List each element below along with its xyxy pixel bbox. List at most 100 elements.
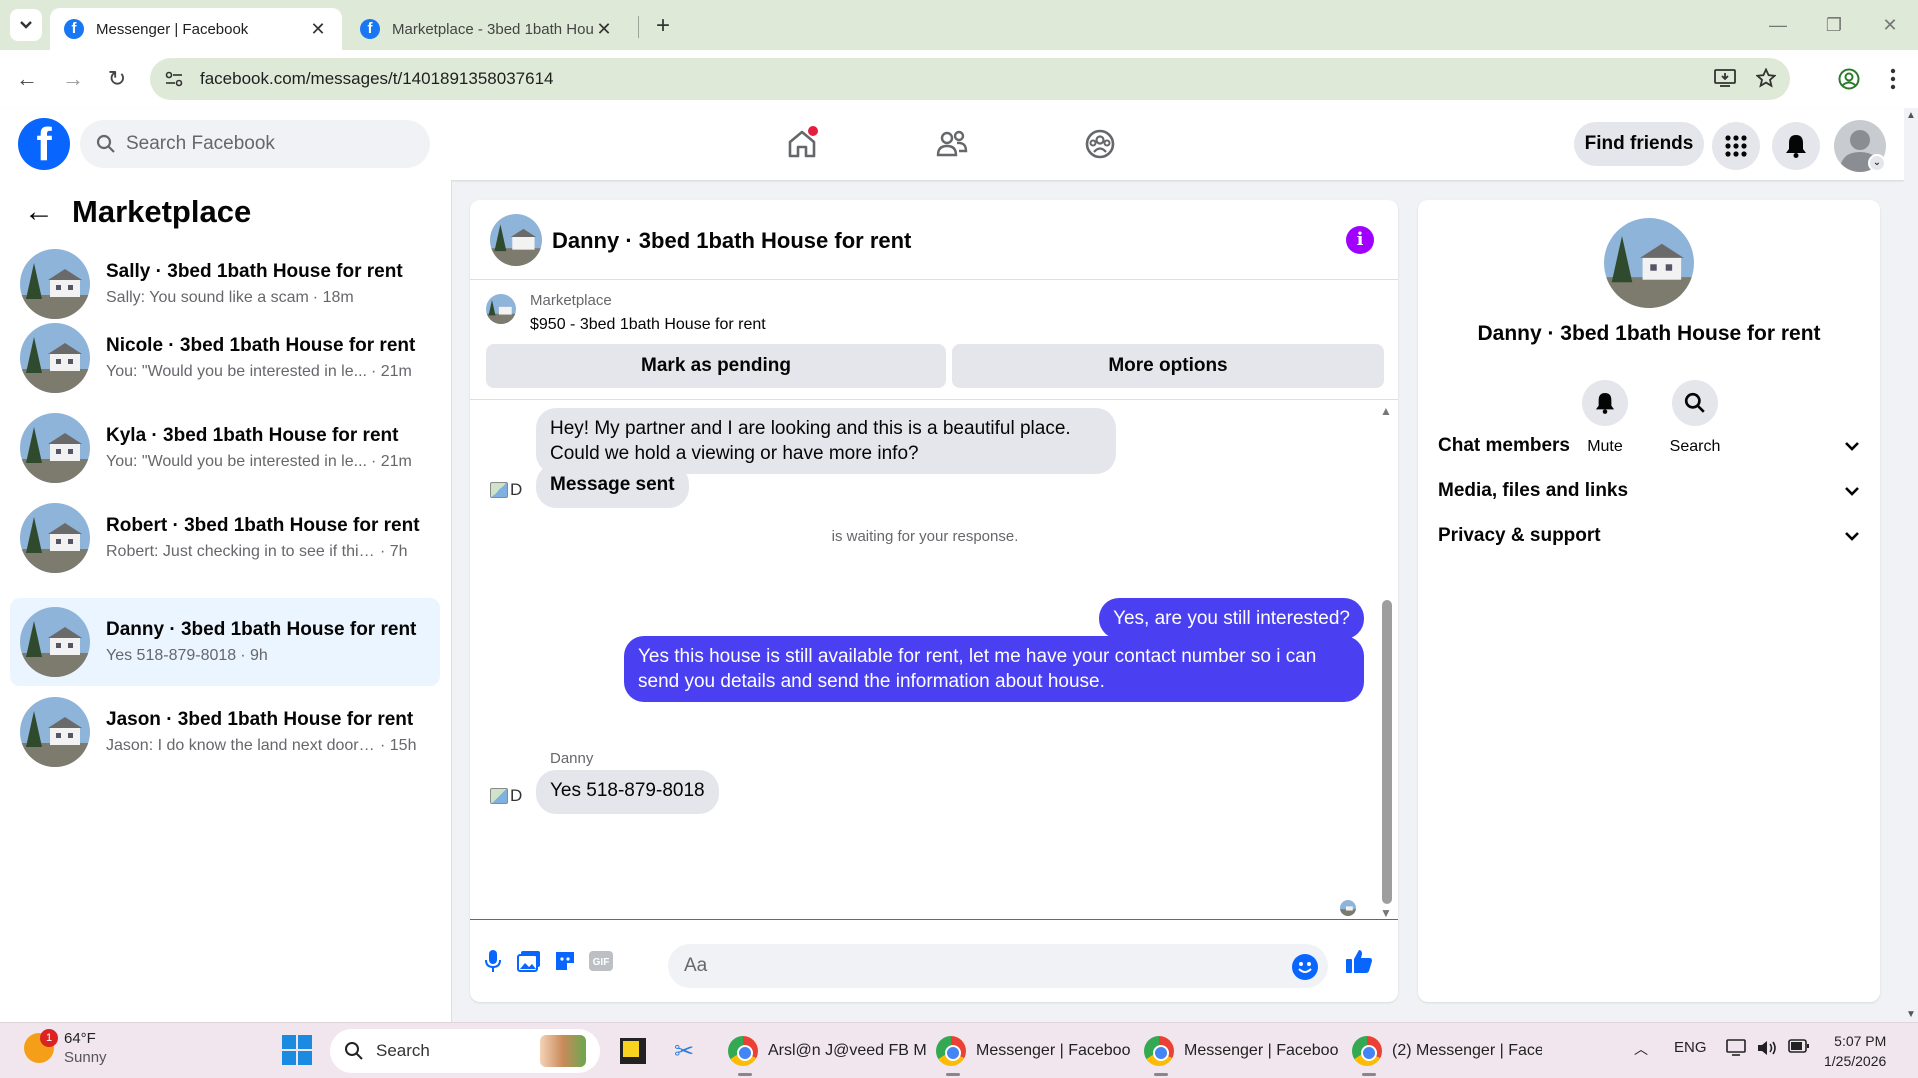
message-sent-notice: Message sent xyxy=(536,464,689,508)
conversation-preview: Sally: You sound like a scam · 18m xyxy=(106,289,426,307)
show-hidden-icons-icon[interactable]: ︿ xyxy=(1634,1039,1648,1059)
chrome-icon xyxy=(1352,1036,1382,1066)
close-tab-icon[interactable]: ✕ xyxy=(308,19,328,40)
info-icon[interactable]: i xyxy=(1346,226,1374,254)
conversation-item-robert[interactable]: Robert · 3bed 1bath House for rent Rober… xyxy=(10,494,440,582)
message-list[interactable]: Hey! My partner and I are looking and th… xyxy=(470,400,1398,920)
network-icon[interactable] xyxy=(1726,1039,1746,1061)
start-button[interactable] xyxy=(282,1035,312,1065)
attach-media-button[interactable] xyxy=(514,946,544,976)
emoji-icon[interactable] xyxy=(1292,954,1318,980)
scroll-up-arrow-icon[interactable]: ▲ xyxy=(1906,110,1916,121)
privacy-support-section[interactable]: Privacy & support xyxy=(1438,516,1860,556)
taskbar-app-3[interactable]: Messenger | Faceboo xyxy=(1144,1033,1338,1069)
scrollbar-thumb[interactable] xyxy=(1382,600,1392,904)
taskbar-app-4[interactable]: (2) Messenger | Faceb xyxy=(1352,1033,1542,1069)
clock-date: 1/25/2026 xyxy=(1824,1053,1887,1069)
chat-avatar[interactable] xyxy=(490,214,542,266)
groups-nav-button[interactable] xyxy=(1080,124,1120,164)
conversation-item-danny[interactable]: Danny · 3bed 1bath House for rent Yes 51… xyxy=(10,598,440,686)
chevron-down-icon xyxy=(1845,487,1859,496)
media-files-links-section[interactable]: Media, files and links xyxy=(1438,471,1860,511)
conversation-name: Kyla · 3bed 1bath House for rent xyxy=(106,425,399,446)
message-input[interactable]: Aa xyxy=(668,944,1328,988)
home-nav-button[interactable] xyxy=(782,124,822,164)
reload-button[interactable]: ↻ xyxy=(102,64,132,94)
language-indicator[interactable]: ENG xyxy=(1674,1039,1707,1056)
close-tab-icon[interactable]: ✕ xyxy=(594,19,614,40)
page-scrollbar[interactable]: ▲ ▼ xyxy=(1904,108,1918,1022)
chat-title[interactable]: Danny · 3bed 1bath House for rent xyxy=(552,228,911,254)
like-button[interactable] xyxy=(1344,946,1374,976)
microphone-icon xyxy=(485,950,501,972)
find-friends-button[interactable]: Find friends xyxy=(1574,122,1704,166)
conversation-item-kyla[interactable]: Kyla · 3bed 1bath House for rent You: "W… xyxy=(10,404,440,492)
close-window-button[interactable]: ✕ xyxy=(1870,10,1910,40)
photo-icon xyxy=(517,951,540,972)
conversation-item-jason[interactable]: Jason · 3bed 1bath House for rent Jason:… xyxy=(10,688,440,776)
gif-button[interactable]: GIF xyxy=(586,946,616,976)
windows-logo-icon xyxy=(282,1051,296,1065)
bookmark-star-icon[interactable] xyxy=(1755,67,1777,93)
sticker-icon xyxy=(556,952,574,970)
browser-menu-icon[interactable] xyxy=(1878,64,1908,94)
more-options-button[interactable]: More options xyxy=(952,344,1384,388)
scroll-up-arrow-icon[interactable]: ▲ xyxy=(1380,404,1392,418)
site-info-icon[interactable] xyxy=(164,69,184,89)
broken-image-icon xyxy=(490,482,508,498)
restore-button[interactable]: ❐ xyxy=(1814,10,1854,40)
conversation-text: Kyla · 3bed 1bath House for rent You: "W… xyxy=(106,425,426,471)
address-bar[interactable]: facebook.com/messages/t/1401891358037614 xyxy=(150,58,1790,100)
back-button[interactable]: ← xyxy=(12,64,42,94)
preview-text: You: "Would you be interested in le... xyxy=(106,453,367,470)
profile-icon[interactable] xyxy=(1834,64,1864,94)
conversation-preview: You: "Would you be interested in le... · … xyxy=(106,453,426,471)
scroll-down-arrow-icon[interactable]: ▼ xyxy=(1380,906,1392,920)
section-label: Privacy & support xyxy=(1438,525,1601,546)
account-chevron-icon[interactable]: ⌄ xyxy=(1868,154,1886,172)
snipping-tool-app[interactable]: ✂ xyxy=(674,1033,694,1069)
section-label: Media, files and links xyxy=(1438,480,1629,501)
taskbar-app-2[interactable]: Messenger | Faceboo xyxy=(936,1033,1130,1069)
info-title: Danny · 3bed 1bath House for rent xyxy=(1477,322,1821,345)
facebook-logo[interactable]: f xyxy=(18,118,70,170)
preview-text: Robert: Just checking in to see if this … xyxy=(106,543,376,560)
sticker-button[interactable] xyxy=(550,946,580,976)
tab-marketplace[interactable]: f Marketplace - 3bed 1bath Hous ✕ xyxy=(346,8,628,50)
taskbar-app-label: (2) Messenger | Faceb xyxy=(1392,1042,1542,1059)
voice-clip-button[interactable] xyxy=(478,946,508,976)
conversation-text: Sally · 3bed 1bath House for rent Sally:… xyxy=(106,261,426,307)
volume-icon[interactable] xyxy=(1756,1039,1778,1061)
facebook-header: f Search Facebook Find friends ⌄ xyxy=(0,108,1904,180)
taskbar-search[interactable]: Search xyxy=(330,1029,600,1073)
chrome-icon xyxy=(728,1036,758,1066)
install-app-icon[interactable] xyxy=(1714,68,1736,93)
sticky-notes-app[interactable] xyxy=(620,1033,646,1069)
mark-as-pending-button[interactable]: Mark as pending xyxy=(486,344,946,388)
back-arrow-icon[interactable]: ← xyxy=(24,197,54,227)
weather-widget[interactable]: 1 64°F Sunny xyxy=(24,1029,107,1067)
scroll-down-arrow-icon[interactable]: ▼ xyxy=(1906,1009,1916,1020)
friends-nav-button[interactable] xyxy=(932,124,972,164)
listing-thumbnail[interactable] xyxy=(486,294,516,324)
chat-members-section[interactable]: Chat members xyxy=(1438,426,1860,466)
facebook-search-input[interactable]: Search Facebook xyxy=(80,120,430,168)
listing-avatar xyxy=(20,249,90,319)
new-tab-button[interactable]: + xyxy=(648,12,678,42)
tab-messenger[interactable]: f Messenger | Facebook ✕ xyxy=(50,8,342,50)
conversation-item-nicole[interactable]: Nicole · 3bed 1bath House for rent You: … xyxy=(10,314,440,402)
menu-button[interactable] xyxy=(1712,122,1760,170)
taskbar-app-1[interactable]: Arsl@n J@veed FB M xyxy=(728,1033,927,1069)
seen-indicator-avatar xyxy=(1340,900,1356,916)
chrome-icon xyxy=(1144,1036,1174,1066)
info-avatar[interactable] xyxy=(1604,218,1694,308)
forward-button[interactable]: → xyxy=(58,64,88,94)
battery-icon[interactable] xyxy=(1788,1039,1810,1057)
minimize-button[interactable]: — xyxy=(1758,10,1798,40)
tab-search-button[interactable] xyxy=(10,9,42,41)
tab-title: Messenger | Facebook xyxy=(96,20,249,38)
notifications-button[interactable] xyxy=(1772,122,1820,170)
listing-title[interactable]: $950 - 3bed 1bath House for rent xyxy=(530,316,766,334)
taskbar-app-label: Messenger | Faceboo xyxy=(976,1042,1131,1059)
system-clock[interactable]: 5:07 PM 1/25/2026 xyxy=(1824,1031,1886,1071)
